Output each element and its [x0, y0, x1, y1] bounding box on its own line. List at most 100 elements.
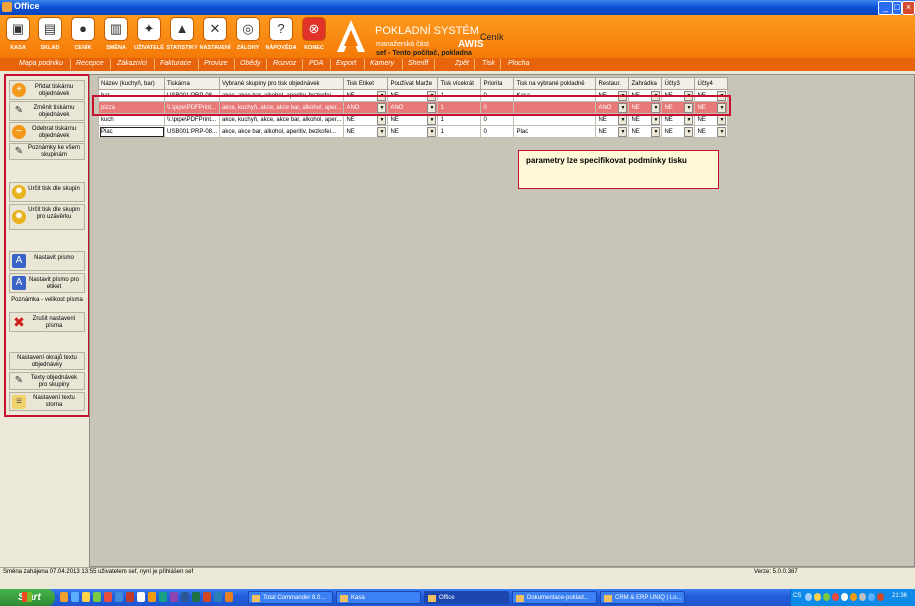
taskbar-item-total-commander[interactable]: Total Commander 8.0... [248, 591, 333, 604]
print-by-groups-closing-button[interactable]: ✹ Určit tisk dle skupin pro uzávěrku [9, 204, 85, 230]
dropdown-arrow-icon[interactable]: ▼ [717, 127, 727, 137]
toolbar-kasa-button[interactable]: ▣ KASA [2, 17, 34, 57]
menu-sheriff[interactable]: Sheriff [408, 60, 428, 67]
minimize-button[interactable]: _ [878, 1, 893, 15]
taskbar-item-crm[interactable]: CRM & ERP UNIQ | Lo... [600, 591, 685, 604]
dropdown-arrow-icon[interactable]: ▼ [618, 115, 628, 125]
print-by-groups-button[interactable]: ✹ Určit tisk dle skupin [9, 182, 85, 202]
menu-plocha[interactable]: Plocha [508, 60, 529, 67]
tray-icon[interactable] [805, 593, 812, 601]
menu-pda[interactable]: PDA [309, 60, 323, 67]
storno-text-button[interactable]: ≡ Nastavení textu storna [9, 392, 85, 411]
col-register-print[interactable]: Tisk na vybrané pokladně [513, 77, 597, 90]
col-name[interactable]: Název (kuchyň, bar) [98, 77, 165, 90]
toolbar-smena-button[interactable]: ▥ SMĚNA [100, 17, 132, 57]
group-order-texts-button[interactable]: ✎ Texty objednávek pro skupiny [9, 372, 85, 390]
col-groups[interactable]: Vybrané skupiny pro tisk objednávek [219, 77, 345, 90]
quicklaunch-icon[interactable] [192, 592, 200, 602]
quicklaunch-icon[interactable] [225, 592, 233, 602]
start-button[interactable]: Start [0, 589, 55, 606]
quicklaunch-icon[interactable] [115, 592, 123, 602]
col-garden[interactable]: Zahrádka [628, 77, 663, 90]
quicklaunch-icon[interactable] [148, 592, 156, 602]
col-accounts3[interactable]: Účty3 [661, 77, 696, 90]
dropdown-arrow-icon[interactable]: ▼ [684, 127, 694, 137]
maximize-button[interactable]: □ [892, 1, 902, 15]
dropdown-arrow-icon[interactable]: ▼ [717, 115, 727, 125]
toolbar-nastaveni-button[interactable]: ✕ NASTAVENÍ [199, 17, 231, 57]
toolbar-napoveda-button[interactable]: ? NÁPOVĚDA [265, 17, 297, 57]
col-multi-print[interactable]: Tisk vícekrát [437, 77, 482, 90]
dropdown-arrow-icon[interactable]: ▼ [618, 127, 628, 137]
tray-icon[interactable] [877, 593, 884, 601]
quicklaunch-icon[interactable] [60, 592, 68, 602]
module-title: Ceník [480, 32, 504, 42]
taskbar-item-dokumentace[interactable]: Dokumentace-poklad... [512, 591, 597, 604]
dropdown-arrow-icon[interactable]: ▼ [651, 115, 661, 125]
quicklaunch-icon[interactable] [137, 592, 145, 602]
remove-printer-button[interactable]: − Odebrat tiskárnu objednávek [9, 122, 85, 142]
toolbar-cenik-button[interactable]: ● CENÍK [67, 17, 99, 57]
menu-zpet[interactable]: Zpět [455, 60, 469, 67]
menu-mapa-podniku[interactable]: Mapa podniku [19, 60, 63, 67]
menu-export[interactable]: Export [336, 60, 356, 67]
quicklaunch-icon[interactable] [126, 592, 134, 602]
col-restaurant[interactable]: Restaur. [595, 77, 630, 90]
menu-provize[interactable]: Provize [204, 60, 227, 67]
register-icon: ▣ [6, 17, 30, 41]
menu-obedy[interactable]: Obědy [240, 60, 261, 67]
table-row[interactable]: Plac USB001:PRP-08... akce, akce bar, al… [98, 125, 729, 138]
tray-icon[interactable] [841, 593, 848, 601]
toolbar-konec-button[interactable]: ⊗ KONEC [298, 17, 330, 57]
toolbar-statistiky-button[interactable]: ▲ STATISTIKY [166, 17, 198, 57]
menu-zakaznici[interactable]: Zákazníci [117, 60, 147, 67]
col-accounts4[interactable]: Účty4 [694, 77, 729, 90]
dropdown-arrow-icon[interactable]: ▼ [427, 127, 437, 137]
tray-icon[interactable] [859, 593, 866, 601]
toolbar-uzivatele-button[interactable]: ✦ UŽIVATELÉ [133, 17, 165, 57]
tray-icon[interactable] [868, 593, 875, 601]
reset-font-button[interactable]: ✖ Zrušit nastavení písma [9, 312, 85, 332]
menu-fakturace[interactable]: Fakturace [160, 60, 191, 67]
change-printer-button[interactable]: ✎ Změnit tiskárnu objednávek [9, 101, 85, 121]
set-label-font-button[interactable]: A Nastavit písmo pro etiket [9, 273, 85, 293]
quicklaunch-icon[interactable] [203, 592, 211, 602]
dropdown-arrow-icon[interactable]: ▼ [377, 127, 387, 137]
set-font-button[interactable]: A Nastavit písmo [9, 251, 85, 271]
quicklaunch-icon[interactable] [93, 592, 101, 602]
dropdown-arrow-icon[interactable]: ▼ [427, 115, 437, 125]
quicklaunch-icon[interactable] [71, 592, 79, 602]
taskbar-item-office[interactable]: Office [424, 591, 509, 604]
menu-kamery[interactable]: Kamery [370, 60, 394, 67]
quicklaunch-icon[interactable] [214, 592, 222, 602]
add-printer-button[interactable]: + Přidat tiskárnu objednávek [9, 80, 85, 100]
menu-tisk[interactable]: Tisk [482, 60, 495, 67]
toolbar-zalohy-button[interactable]: ◎ ZÁLOHY [232, 17, 264, 57]
dropdown-arrow-icon[interactable]: ▼ [651, 127, 661, 137]
dropdown-arrow-icon[interactable]: ▼ [684, 115, 694, 125]
col-priority[interactable]: Priorita [480, 77, 515, 90]
language-indicator[interactable]: CS [793, 593, 801, 599]
quicklaunch-icon[interactable] [82, 592, 90, 602]
gear-icon: ✹ [12, 185, 26, 199]
dropdown-arrow-icon[interactable]: ▼ [377, 115, 387, 125]
order-margins-button[interactable]: Nastavení okrajů textu objednávky [9, 352, 85, 370]
taskbar-item-kasa[interactable]: Kasa [336, 591, 421, 604]
quicklaunch-icon[interactable] [104, 592, 112, 602]
quicklaunch-icon[interactable] [170, 592, 178, 602]
tray-icon[interactable] [850, 593, 857, 601]
quicklaunch-icon[interactable] [159, 592, 167, 602]
tray-icon[interactable] [814, 593, 821, 601]
tray-icon[interactable] [832, 593, 839, 601]
col-margins[interactable]: Používat Marže [387, 77, 439, 90]
group-notes-button[interactable]: ✎ Poznámky ke všem skupinám [9, 143, 85, 160]
col-printer[interactable]: Tiskárna [163, 77, 221, 90]
tray-icon[interactable] [823, 593, 830, 601]
menu-rozvoz[interactable]: Rozvoz [273, 60, 296, 67]
close-button[interactable]: × [902, 1, 915, 15]
col-label-print[interactable]: Tisk Etiket [343, 77, 389, 90]
quicklaunch-icon[interactable] [181, 592, 189, 602]
toolbar-sklad-button[interactable]: ▤ SKLAD [34, 17, 66, 57]
brand-subtitle: manažerská část [376, 41, 429, 48]
menu-recepce[interactable]: Recepce [76, 60, 104, 67]
